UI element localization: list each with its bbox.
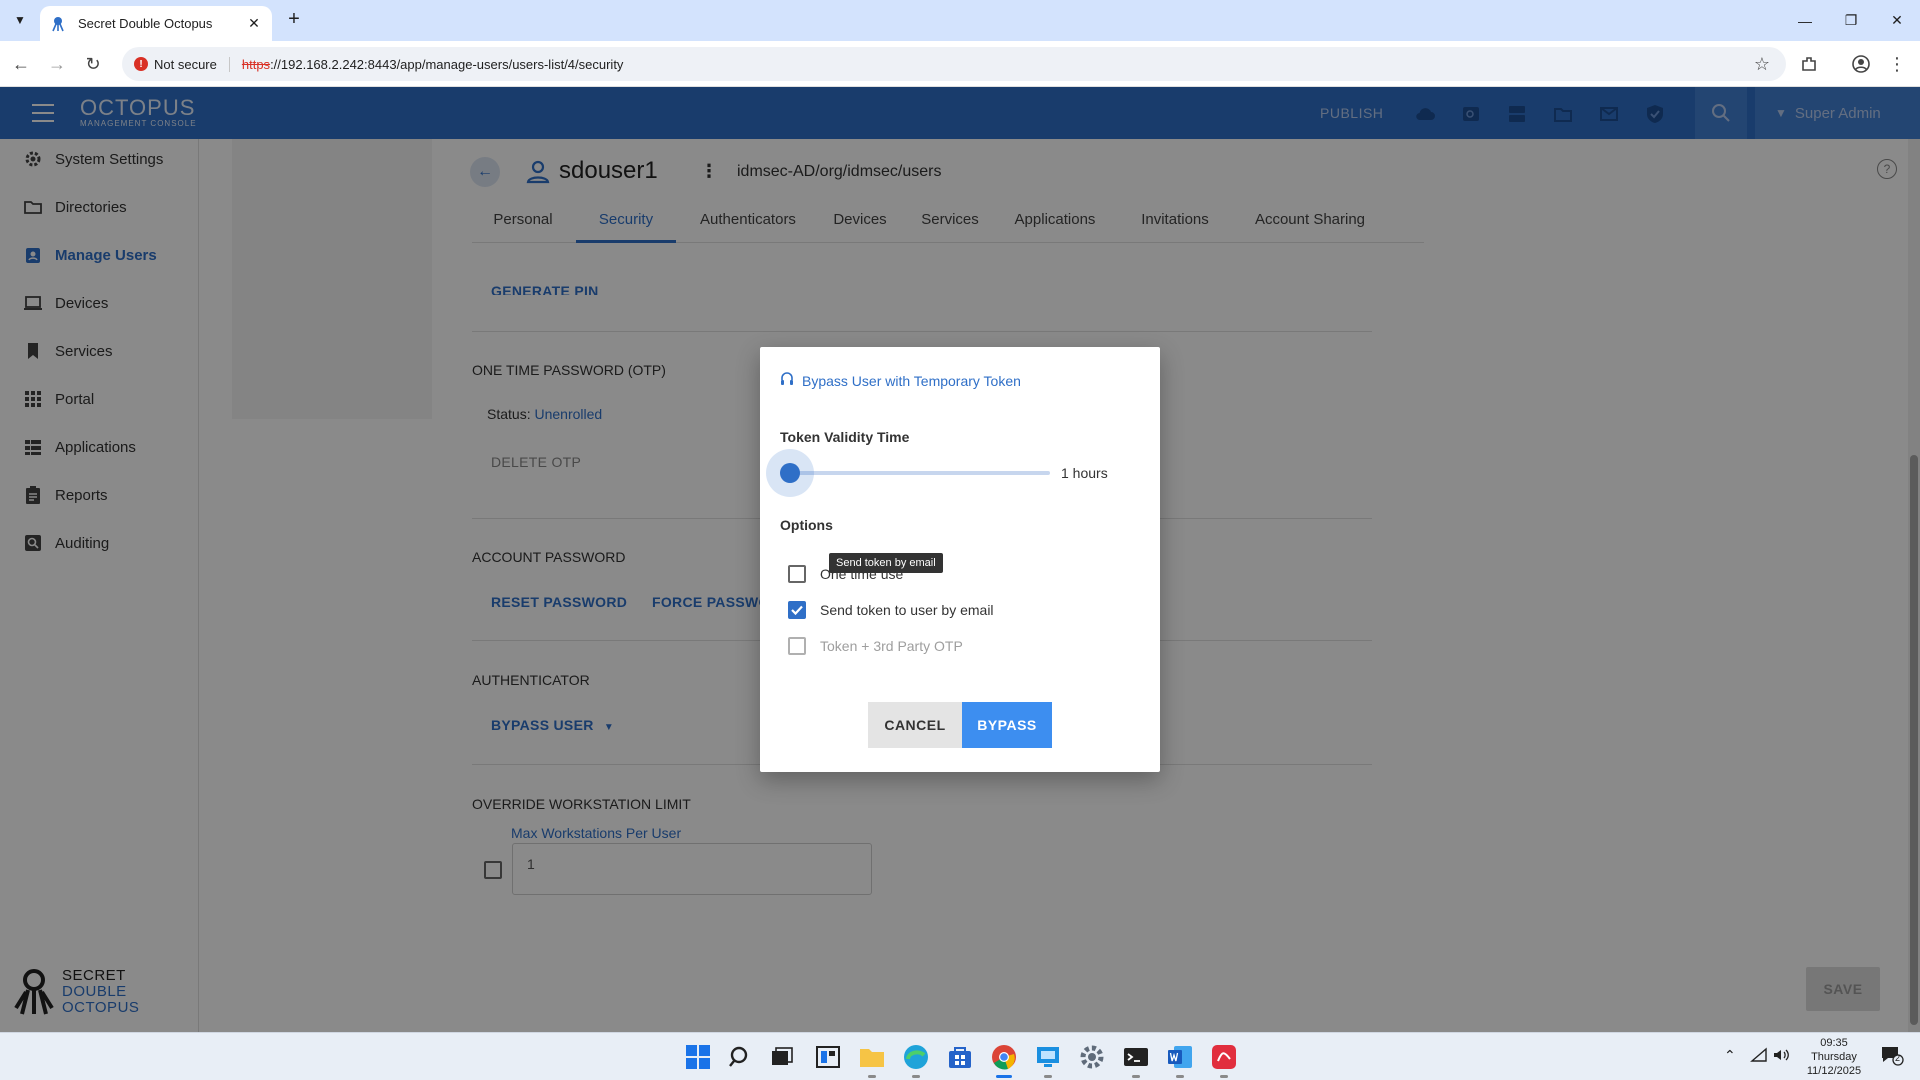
clock-day: Thursday: [1811, 1051, 1857, 1063]
notification-count-badge: 2: [1895, 1053, 1901, 1063]
octopus-favicon-icon: [50, 16, 66, 32]
not-secure-label[interactable]: Not secure: [154, 56, 230, 72]
browser-menu-icon[interactable]: ⋮: [1884, 51, 1910, 77]
pdf-app-icon[interactable]: [1210, 1043, 1238, 1071]
running-indicator: [912, 1075, 920, 1078]
widgets-icon[interactable]: [814, 1043, 842, 1071]
clock-time: 09:35: [1820, 1037, 1848, 1049]
bypass-user-dialog: Bypass User with Temporary Token Token V…: [760, 347, 1160, 772]
settings-gear-icon[interactable]: [1078, 1043, 1106, 1071]
tab-close-icon[interactable]: ✕: [246, 15, 262, 32]
bookmark-star-icon[interactable]: ☆: [1754, 54, 1770, 75]
forward-arrow-icon[interactable]: →: [44, 51, 70, 77]
running-indicator: [1220, 1075, 1228, 1078]
system-tray-chevron-icon[interactable]: ⌃: [1724, 1047, 1736, 1064]
volume-icon[interactable]: [1772, 1047, 1790, 1066]
window-close-icon[interactable]: ✕: [1874, 0, 1920, 41]
running-indicator: [1044, 1075, 1052, 1078]
file-explorer-icon[interactable]: [858, 1043, 886, 1071]
dialog-title-text: Bypass User with Temporary Token: [802, 372, 1021, 389]
option-send-token-email[interactable]: Send token to user by email: [788, 601, 994, 619]
token-validity-label: Token Validity Time: [780, 429, 910, 445]
profile-icon[interactable]: [1848, 51, 1874, 77]
network-icon[interactable]: [1750, 1047, 1768, 1066]
word-icon[interactable]: [1166, 1043, 1194, 1071]
chrome-icon[interactable]: [990, 1043, 1018, 1071]
remote-desktop-icon[interactable]: [1034, 1043, 1062, 1071]
token-validity-slider-thumb[interactable]: [780, 463, 800, 483]
clock-date: 11/12/2025: [1806, 1065, 1862, 1077]
dialog-title: Bypass User with Temporary Token: [780, 371, 1021, 390]
cancel-button[interactable]: CANCEL: [868, 702, 962, 748]
tab-title: Secret Double Octopus: [78, 16, 213, 31]
tooltip: Send token by email: [829, 553, 943, 573]
minimize-icon[interactable]: —: [1782, 0, 1828, 41]
running-indicator: [868, 1075, 876, 1078]
one-time-use-checkbox[interactable]: [788, 565, 806, 583]
url-text: ://192.168.2.242:8443/app/manage-users/u…: [270, 56, 624, 72]
notification-center-icon[interactable]: 2: [1880, 1045, 1904, 1070]
back-arrow-icon[interactable]: ←: [8, 51, 34, 77]
option-label: Send token to user by email: [820, 602, 994, 618]
browser-toolbar: ← → ↻ ! Not secure https://192.168.2.242…: [0, 41, 1920, 87]
active-app-indicator: [996, 1075, 1012, 1078]
windows-start-icon[interactable]: [684, 1043, 712, 1071]
token-validity-slider-track[interactable]: [790, 471, 1050, 475]
browser-tab-bar: ▼ Secret Double Octopus ✕ + — ❐ ✕: [0, 0, 1920, 41]
taskbar: ⌃ 09:35 Thursday 11/12/2025 2: [0, 1032, 1920, 1080]
send-token-email-checkbox[interactable]: [788, 601, 806, 619]
token-3rd-party-otp-checkbox: [788, 637, 806, 655]
restore-icon[interactable]: ❐: [1828, 0, 1874, 41]
token-validity-value: 1 hours: [1061, 465, 1108, 481]
running-indicator: [1132, 1075, 1140, 1078]
browser-tab[interactable]: Secret Double Octopus ✕: [40, 6, 272, 41]
not-secure-warning-icon: !: [134, 57, 148, 71]
option-label: Token + 3rd Party OTP: [820, 638, 963, 654]
checkmark-icon: [791, 605, 803, 616]
search-icon[interactable]: [726, 1043, 754, 1071]
edge-browser-icon[interactable]: [902, 1043, 930, 1071]
bypass-button[interactable]: BYPASS: [962, 702, 1052, 748]
running-indicator: [1176, 1075, 1184, 1078]
address-bar[interactable]: ! Not secure https://192.168.2.242:8443/…: [122, 47, 1786, 81]
url-scheme: https: [241, 56, 271, 72]
options-label: Options: [780, 517, 833, 533]
reload-icon[interactable]: ↻: [80, 51, 106, 77]
new-tab-icon[interactable]: +: [282, 8, 306, 32]
store-icon[interactable]: [946, 1043, 974, 1071]
tab-search-chevron-icon[interactable]: ▼: [8, 8, 32, 32]
terminal-icon[interactable]: [1122, 1043, 1150, 1071]
system-clock[interactable]: 09:35 Thursday 11/12/2025: [1794, 1036, 1874, 1078]
task-view-icon[interactable]: [768, 1043, 796, 1071]
option-token-3rd-party-otp: Token + 3rd Party OTP: [788, 637, 963, 655]
headset-icon: [780, 371, 794, 390]
extensions-icon[interactable]: [1796, 51, 1822, 77]
